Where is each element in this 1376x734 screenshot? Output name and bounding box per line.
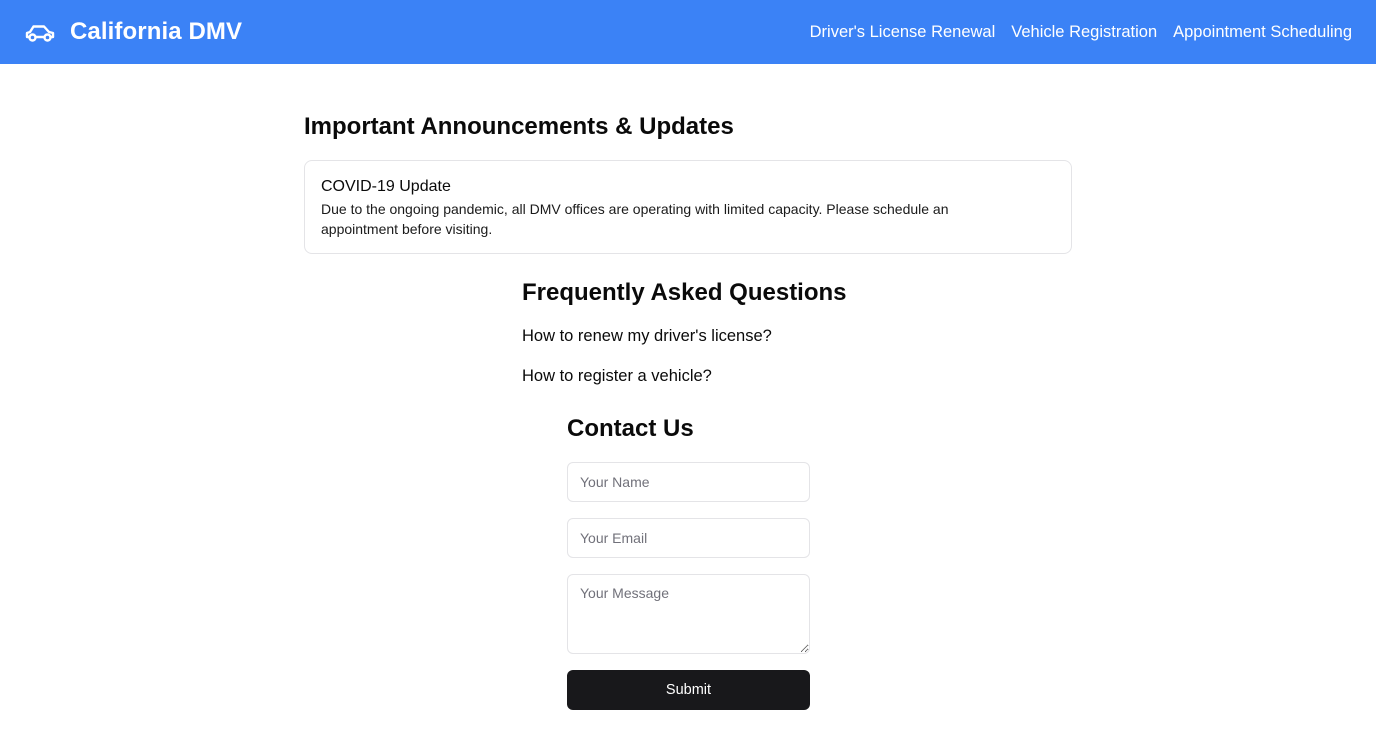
contact-heading: Contact Us: [567, 415, 694, 442]
announcement-card: COVID-19 Update Due to the ongoing pande…: [304, 160, 1072, 254]
announcement-title: COVID-19 Update: [321, 178, 451, 195]
car-icon: [25, 25, 55, 42]
submit-button[interactable]: Submit: [567, 670, 810, 710]
message-textarea[interactable]: [567, 574, 810, 654]
nav-link-appointment-scheduling[interactable]: Appointment Scheduling: [1173, 23, 1352, 42]
nav-link-drivers-license-renewal[interactable]: Driver's License Renewal: [810, 23, 996, 42]
announcement-body: Due to the ongoing pandemic, all DMV off…: [321, 201, 949, 237]
top-navigation-bar: California DMV Driver's License Renewal …: [0, 0, 1376, 64]
nav-link-vehicle-registration[interactable]: Vehicle Registration: [1011, 23, 1157, 42]
faq-item-renew-license[interactable]: How to renew my driver's license?: [522, 327, 772, 346]
name-input[interactable]: [567, 462, 810, 502]
email-input[interactable]: [567, 518, 810, 558]
faq-heading: Frequently Asked Questions: [522, 279, 847, 306]
main-nav: Driver's License Renewal Vehicle Registr…: [810, 23, 1352, 42]
brand[interactable]: California DMV: [24, 16, 242, 48]
faq-item-register-vehicle[interactable]: How to register a vehicle?: [522, 367, 712, 386]
announcements-heading: Important Announcements & Updates: [304, 113, 734, 140]
site-title: California DMV: [70, 18, 243, 45]
